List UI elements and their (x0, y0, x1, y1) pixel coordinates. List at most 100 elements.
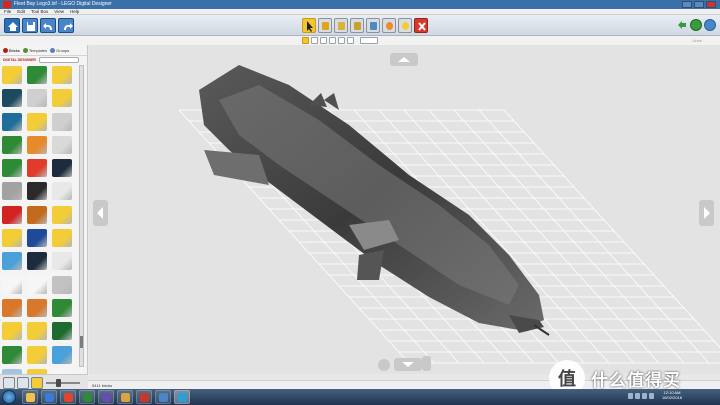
palette-brick[interactable] (2, 229, 22, 248)
palette-brick[interactable] (52, 89, 72, 108)
palette-brick[interactable] (2, 182, 22, 201)
palette-brick[interactable] (27, 159, 47, 178)
zoom-slider-thumb[interactable] (56, 379, 61, 387)
save-button[interactable] (22, 18, 38, 33)
tab-groups[interactable]: Groups (50, 47, 69, 53)
minimize-button[interactable] (682, 1, 692, 8)
taskbar-app[interactable] (117, 390, 133, 404)
palette-scrollbar[interactable] (79, 65, 84, 367)
redo-button[interactable] (58, 18, 74, 33)
palette-brick[interactable] (52, 345, 72, 364)
palette-brick[interactable] (27, 66, 47, 84)
palette-brick[interactable] (52, 66, 72, 84)
flag-icon[interactable] (642, 393, 647, 399)
taskbar-clock[interactable]: 12:10 AM 16/02/2018 (662, 390, 682, 400)
mode-switch-button[interactable] (676, 19, 688, 31)
palette-brick[interactable] (2, 159, 22, 178)
menu-edit[interactable]: Edit (17, 9, 25, 14)
rotate-down-button[interactable] (394, 358, 422, 371)
palette-brick[interactable] (27, 229, 47, 248)
taskbar-app[interactable] (60, 390, 76, 404)
palette-brick[interactable] (52, 275, 72, 294)
taskbar-app[interactable] (98, 390, 114, 404)
palette-brick[interactable] (27, 89, 47, 108)
palette-brick[interactable] (27, 345, 47, 364)
hinge-align-tool-button[interactable] (350, 18, 364, 33)
palette-brick[interactable] (27, 322, 47, 341)
keyboard-icon[interactable] (649, 393, 654, 399)
menu-help[interactable]: Help (70, 9, 79, 14)
clone-tool-button[interactable] (318, 18, 332, 33)
taskbar-app[interactable] (41, 390, 57, 404)
rotate-right-button[interactable] (699, 200, 714, 226)
palette-filter-button[interactable] (17, 377, 29, 389)
hinge-tool-button[interactable] (334, 18, 348, 33)
taskbar-app[interactable] (136, 390, 152, 404)
palette-brick[interactable] (52, 205, 72, 224)
palette-brick[interactable] (52, 298, 72, 317)
camera-button[interactable] (3, 377, 15, 389)
taskbar-app[interactable] (79, 390, 95, 404)
palette-brick[interactable] (2, 275, 22, 294)
close-window-button[interactable] (706, 1, 716, 8)
palette-brick[interactable] (52, 135, 72, 154)
palette-scroll-thumb[interactable] (80, 336, 83, 348)
connected-select-button[interactable] (320, 37, 327, 44)
spaceship-model[interactable] (89, 45, 720, 374)
tab-bricks[interactable]: Bricks (3, 47, 20, 53)
network-icon[interactable] (628, 393, 633, 399)
palette-brick[interactable] (52, 159, 72, 178)
taskbar-app[interactable] (22, 390, 38, 404)
start-button[interactable] (2, 390, 16, 404)
palette-brick[interactable] (52, 182, 72, 201)
zoom-control-button[interactable] (422, 356, 431, 371)
menu-toolbox[interactable]: Tool Box (31, 9, 48, 14)
palette-brick[interactable] (2, 135, 22, 154)
palette-brick[interactable] (27, 252, 47, 271)
menu-view[interactable]: View (54, 9, 64, 14)
multi-select-button[interactable] (311, 37, 318, 44)
color-select-button[interactable] (329, 37, 336, 44)
palette-brick[interactable] (52, 229, 72, 248)
hide-tool-button[interactable] (398, 18, 412, 33)
palette-brick[interactable] (2, 112, 22, 131)
palette-brick[interactable] (27, 112, 47, 131)
maximize-button[interactable] (694, 1, 704, 8)
invert-select-button[interactable] (347, 37, 354, 44)
palette-brick[interactable] (27, 298, 47, 317)
select-options-button[interactable] (360, 37, 378, 44)
rotate-up-button[interactable] (390, 53, 418, 66)
palette-brick[interactable] (2, 322, 22, 341)
volume-icon[interactable] (635, 393, 640, 399)
3d-viewport[interactable] (89, 45, 720, 374)
delete-tool-button[interactable] (414, 18, 428, 33)
palette-brick[interactable] (2, 345, 22, 364)
palette-brick[interactable] (2, 298, 22, 317)
reset-view-button[interactable] (378, 359, 390, 371)
palette-brick[interactable] (2, 205, 22, 224)
build-mode-button[interactable] (690, 19, 702, 31)
home-button[interactable] (4, 18, 20, 33)
brick-color-button[interactable] (31, 377, 43, 389)
taskbar-app[interactable] (174, 390, 190, 404)
palette-brick[interactable] (2, 89, 22, 108)
taskbar-app[interactable] (155, 390, 171, 404)
zoom-slider[interactable] (46, 382, 80, 384)
single-select-button[interactable] (302, 37, 309, 44)
palette-brick[interactable] (2, 66, 22, 84)
view-mode-button[interactable] (704, 19, 716, 31)
palette-brick[interactable] (52, 322, 72, 341)
palette-brick[interactable] (52, 112, 72, 131)
paint-tool-button[interactable] (382, 18, 396, 33)
palette-brick[interactable] (52, 252, 72, 271)
select-tool-button[interactable] (302, 18, 316, 33)
rotate-left-button[interactable] (93, 200, 108, 226)
palette-brick[interactable] (27, 275, 47, 294)
menu-file[interactable]: File (4, 9, 11, 14)
palette-brick[interactable] (27, 205, 47, 224)
palette-brick[interactable] (27, 135, 47, 154)
brick-search-input[interactable] (38, 57, 79, 63)
flex-tool-button[interactable] (366, 18, 380, 33)
undo-button[interactable] (40, 18, 56, 33)
shape-select-button[interactable] (338, 37, 345, 44)
